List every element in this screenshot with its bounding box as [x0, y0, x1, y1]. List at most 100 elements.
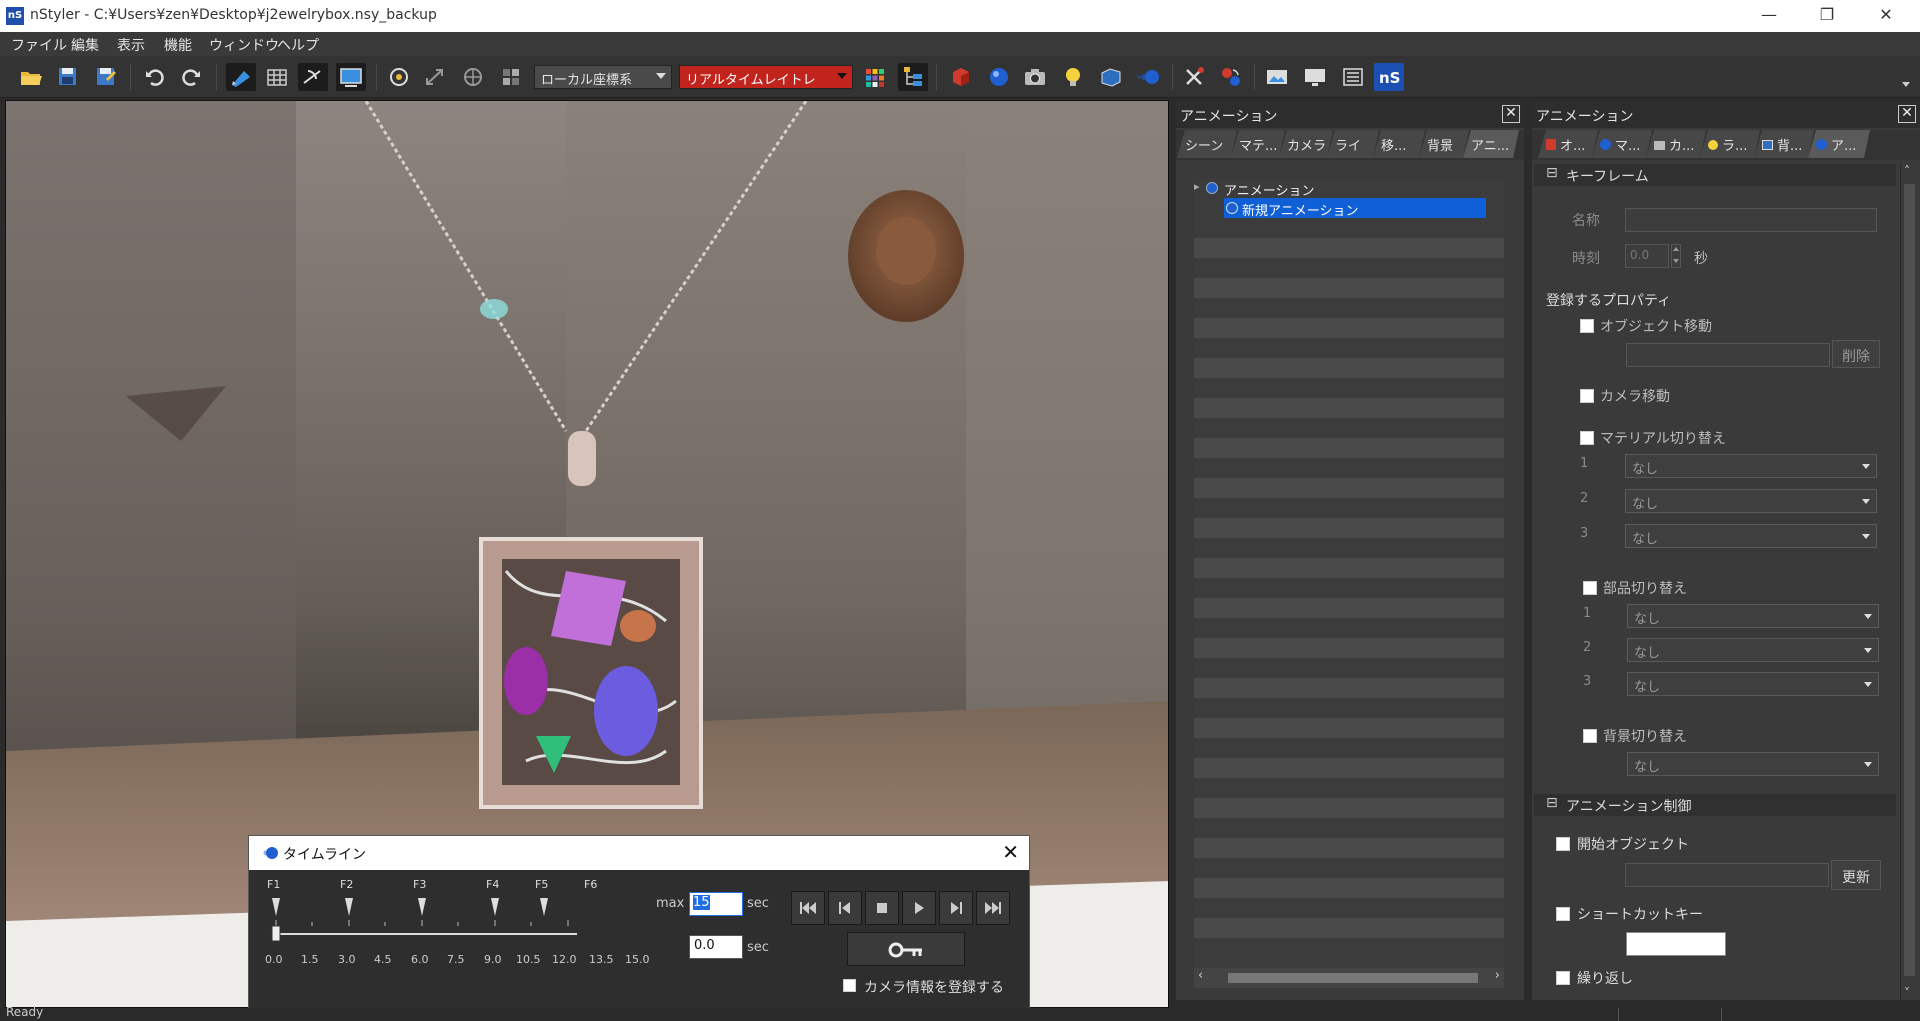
- tab-camera[interactable]: カメラ: [1279, 130, 1333, 158]
- tab-animation[interactable]: ア...: [1808, 130, 1870, 158]
- close-icon[interactable]: ✕: [1898, 105, 1916, 123]
- open-folder-icon[interactable]: [16, 63, 46, 91]
- scrollbar-thumb[interactable]: [1904, 184, 1915, 976]
- skip-to-start-button[interactable]: [791, 891, 825, 925]
- object-move-input[interactable]: [1626, 343, 1830, 367]
- camera-info-checkbox[interactable]: [843, 979, 856, 992]
- parts-select-1[interactable]: なし: [1627, 604, 1879, 628]
- tab-material[interactable]: マテ...: [1231, 130, 1285, 158]
- animation-tree[interactable]: ▸ アニメーション 新規アニメーション: [1194, 178, 1504, 978]
- tools-icon[interactable]: [1180, 63, 1210, 91]
- step-forward-button[interactable]: [939, 891, 973, 925]
- tab-object[interactable]: オ...: [1538, 130, 1598, 158]
- keyframe-marker[interactable]: [272, 898, 280, 916]
- close-button[interactable]: ✕: [1857, 0, 1915, 32]
- object-icon[interactable]: [946, 63, 976, 91]
- animation-icon[interactable]: [1134, 63, 1164, 91]
- background-icon[interactable]: [1096, 63, 1126, 91]
- restore-button[interactable]: ❐: [1798, 0, 1856, 32]
- toolbar-overflow-icon[interactable]: [1902, 82, 1910, 87]
- material-switch-checkbox[interactable]: [1580, 431, 1594, 445]
- scale-icon[interactable]: [420, 63, 450, 91]
- background-select[interactable]: なし: [1627, 752, 1879, 776]
- tab-light[interactable]: ライト: [1327, 130, 1379, 158]
- material-sphere-icon[interactable]: [984, 63, 1014, 91]
- keyframe-section-header[interactable]: ⊟ キーフレーム: [1534, 164, 1896, 186]
- measure-tool-icon[interactable]: [298, 63, 328, 91]
- menu-function[interactable]: 機能: [164, 35, 192, 55]
- shortcut-key-input[interactable]: [1626, 932, 1726, 956]
- set-key-button[interactable]: [847, 932, 965, 966]
- scroll-down-icon[interactable]: ˅: [1904, 986, 1910, 1000]
- snap-icon[interactable]: [496, 63, 526, 91]
- collapse-icon[interactable]: ⊟: [1546, 795, 1558, 811]
- tab-animation[interactable]: アニ...: [1463, 130, 1519, 158]
- menu-edit[interactable]: 編集: [71, 35, 99, 55]
- vertical-scrollbar[interactable]: ˄ ˅: [1900, 164, 1918, 1000]
- menu-file[interactable]: ファイル: [11, 35, 67, 55]
- rotate-view-icon[interactable]: [384, 63, 414, 91]
- menu-view[interactable]: 表示: [117, 35, 145, 55]
- move-icon[interactable]: [458, 63, 488, 91]
- camera-move-checkbox[interactable]: [1580, 389, 1594, 403]
- undo-icon[interactable]: [140, 63, 170, 91]
- render-mode-select[interactable]: リアルタイムレイトレ: [679, 65, 853, 89]
- coord-system-select[interactable]: ローカル座標系: [534, 65, 672, 89]
- keyframe-marker[interactable]: [491, 898, 499, 916]
- close-icon[interactable]: ✕: [1502, 105, 1520, 123]
- keyframe-marker[interactable]: [540, 898, 548, 916]
- tab-background[interactable]: 背景: [1419, 130, 1469, 158]
- render-image-icon[interactable]: [1262, 63, 1292, 91]
- parts-select-3[interactable]: なし: [1627, 672, 1879, 696]
- display-icon[interactable]: [1300, 63, 1330, 91]
- tree-row-root[interactable]: ▸ アニメーション: [1194, 178, 1504, 199]
- select-tool-icon[interactable]: [226, 63, 256, 91]
- repeat-checkbox[interactable]: [1556, 971, 1570, 985]
- hierarchy-icon[interactable]: [898, 63, 928, 91]
- step-back-button[interactable]: [828, 891, 862, 925]
- minimize-button[interactable]: —: [1740, 0, 1798, 32]
- collapse-icon[interactable]: ⊟: [1546, 165, 1558, 181]
- list-view-icon[interactable]: [1338, 63, 1368, 91]
- grid-icon[interactable]: [262, 63, 292, 91]
- control-section-header[interactable]: ⊟ アニメーション制御: [1534, 794, 1896, 816]
- save-as-icon[interactable]: [90, 63, 120, 91]
- frame-view-icon[interactable]: [336, 63, 366, 91]
- tab-light[interactable]: ラ...: [1700, 130, 1760, 158]
- tab-move[interactable]: 移...: [1373, 130, 1425, 158]
- save-icon[interactable]: [52, 63, 82, 91]
- tab-background[interactable]: 背...: [1754, 130, 1814, 158]
- material-select-1[interactable]: なし: [1625, 454, 1877, 478]
- tab-camera[interactable]: カ...: [1646, 130, 1706, 158]
- play-button[interactable]: [902, 891, 936, 925]
- parts-select-2[interactable]: なし: [1627, 638, 1879, 662]
- close-icon[interactable]: ✕: [1002, 840, 1019, 864]
- scrollbar-thumb[interactable]: [1228, 973, 1478, 983]
- scroll-up-icon[interactable]: ˄: [1904, 164, 1910, 178]
- color-palette-icon[interactable]: [860, 63, 890, 91]
- name-input[interactable]: [1625, 208, 1877, 232]
- background-switch-checkbox[interactable]: [1583, 729, 1597, 743]
- time-spinner[interactable]: [1671, 244, 1681, 268]
- scroll-left-icon[interactable]: ‹: [1198, 968, 1203, 983]
- parts-switch-checkbox[interactable]: [1583, 581, 1597, 595]
- delete-button[interactable]: 削除: [1832, 340, 1880, 368]
- current-time-input[interactable]: 0.0: [689, 935, 743, 959]
- camera-icon[interactable]: [1020, 63, 1050, 91]
- parts-swap-icon[interactable]: [1216, 63, 1246, 91]
- nstyler-logo-icon[interactable]: nS: [1374, 63, 1404, 91]
- material-select-2[interactable]: なし: [1625, 489, 1877, 513]
- shortcut-key-checkbox[interactable]: [1556, 907, 1570, 921]
- timeline-playhead[interactable]: [271, 925, 281, 942]
- keyframe-marker[interactable]: [418, 898, 426, 916]
- start-object-input[interactable]: [1625, 863, 1829, 887]
- scroll-right-icon[interactable]: ›: [1495, 968, 1500, 983]
- skip-to-end-button[interactable]: [976, 891, 1010, 925]
- start-object-checkbox[interactable]: [1556, 837, 1570, 851]
- tree-expander-icon[interactable]: ▸: [1194, 180, 1200, 193]
- redo-icon[interactable]: [176, 63, 206, 91]
- menu-window[interactable]: ウィンドウ: [209, 35, 279, 55]
- menu-help[interactable]: ヘルプ: [277, 35, 319, 55]
- tab-scene[interactable]: シーン: [1177, 130, 1237, 158]
- update-button[interactable]: 更新: [1831, 860, 1881, 890]
